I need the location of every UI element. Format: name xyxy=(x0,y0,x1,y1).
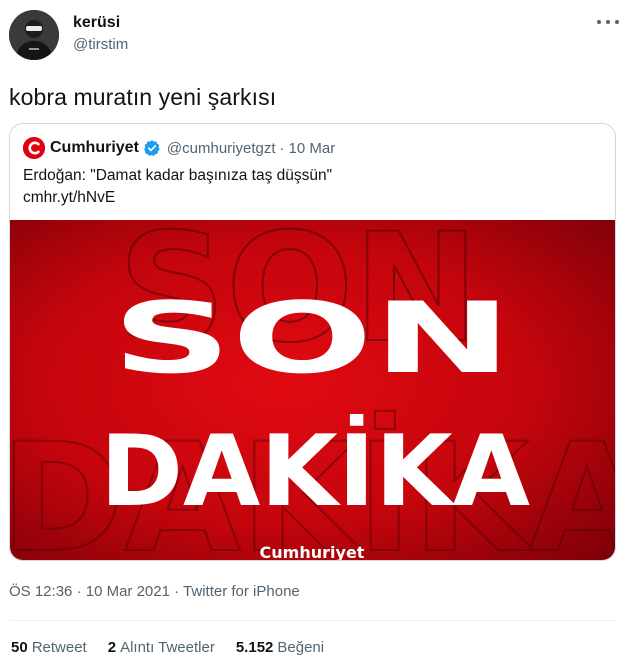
meta-separator-2: · xyxy=(174,583,180,600)
quoted-tweet-text: Erdoğan: "Damat kadar başınıza taş düşsü… xyxy=(23,165,332,209)
quoted-username[interactable]: @cumhuriyetgzt xyxy=(167,140,276,157)
tweet-stats: 50 Retweet 2 Alıntı Tweetler 5.152 Beğeni xyxy=(11,639,345,656)
display-name[interactable]: kerüsi xyxy=(73,14,120,32)
quoted-text-line: Erdoğan: "Damat kadar başınıza taş düşsü… xyxy=(23,167,333,184)
like-count[interactable]: 5.152 Beğeni xyxy=(236,639,324,656)
quoted-link[interactable]: cmhr.yt/hNvE xyxy=(23,187,332,209)
retweet-count-value: 50 xyxy=(11,639,28,656)
quote-tweet-count[interactable]: 2 Alıntı Tweetler xyxy=(108,639,215,656)
avatar[interactable] xyxy=(9,10,59,60)
divider xyxy=(9,620,616,621)
username[interactable]: @tirstim xyxy=(73,36,128,53)
like-count-value: 5.152 xyxy=(235,639,274,656)
tweet-time[interactable]: ÖS 12:36 xyxy=(9,583,72,600)
verified-badge-icon xyxy=(143,139,161,157)
tweet-date[interactable]: 10 Mar 2021 xyxy=(86,583,170,600)
quote-count-value: 2 xyxy=(107,639,117,656)
like-count-label: Beğeni xyxy=(277,639,325,656)
image-brand-watermark: Cumhuriyet xyxy=(260,543,365,560)
quoted-media-image[interactable]: SON DAKİKA SON DAKİKA Cumhuriyet xyxy=(10,220,615,560)
retweet-count-label: Retweet xyxy=(31,639,87,656)
headline-dakika: DAKİKA xyxy=(100,414,530,529)
tweet-text: kobra muratın yeni şarkısı xyxy=(9,84,277,110)
tweet-meta: ÖS 12:36 · 10 Mar 2021 · Twitter for iPh… xyxy=(9,583,300,600)
meta-separator: · xyxy=(76,583,82,600)
quoted-date[interactable]: 10 Mar xyxy=(289,140,336,157)
quoted-tweet-card[interactable]: Cumhuriyet @cumhuriyetgzt · 10 Mar Erdoğ… xyxy=(9,123,616,561)
cumhuriyet-logo-avatar[interactable] xyxy=(23,137,45,159)
quoted-separator: · xyxy=(279,139,285,157)
headline-son: SON xyxy=(112,282,512,396)
quoted-tweet-header: Cumhuriyet @cumhuriyetgzt · 10 Mar xyxy=(23,136,335,160)
more-horizontal-icon[interactable] xyxy=(597,14,619,30)
quoted-display-name[interactable]: Cumhuriyet xyxy=(50,139,139,157)
tweet-source[interactable]: Twitter for iPhone xyxy=(183,583,300,600)
retweet-count[interactable]: 50 Retweet xyxy=(11,639,87,656)
quote-count-label: Alıntı Tweetler xyxy=(120,639,215,656)
